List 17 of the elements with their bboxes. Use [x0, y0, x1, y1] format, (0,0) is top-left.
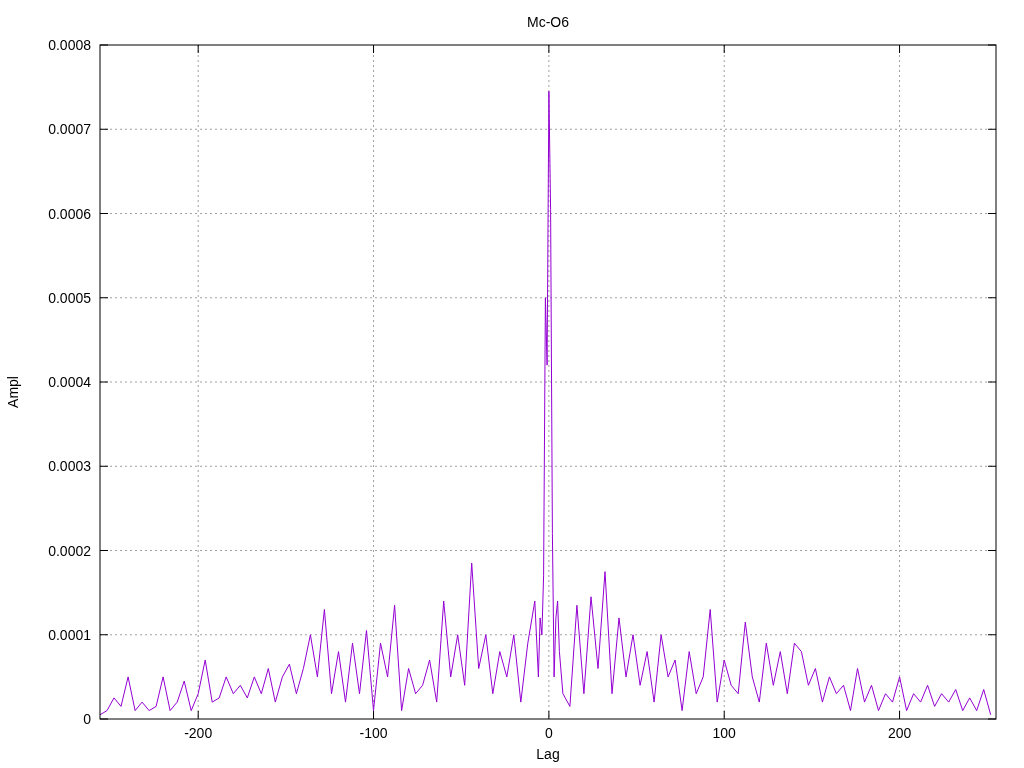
chart-title: Mc-O6 — [527, 14, 569, 30]
y-tick-label: 0.0002 — [48, 542, 91, 559]
y-axis-label: Ampl — [5, 376, 21, 408]
y-tick-label: 0.0006 — [48, 205, 91, 222]
x-tick-label: 100 — [712, 725, 736, 741]
y-tick-label: 0 — [83, 711, 91, 727]
y-tick-label: 0.0008 — [48, 37, 91, 53]
x-tick-label: -200 — [184, 725, 213, 741]
y-tick-label: 0.0001 — [48, 626, 91, 643]
y-tick-label: 0.0005 — [48, 289, 91, 306]
y-tick-label: 0.0004 — [48, 374, 91, 390]
y-tick-label: 0.0007 — [48, 121, 91, 138]
x-tick-label: 200 — [887, 725, 912, 741]
x-axis-label: Lag — [536, 746, 560, 762]
x-tick-label: -100 — [359, 725, 388, 741]
y-tick-label: 0.0003 — [48, 458, 91, 475]
x-tick-label: 0 — [545, 725, 553, 741]
